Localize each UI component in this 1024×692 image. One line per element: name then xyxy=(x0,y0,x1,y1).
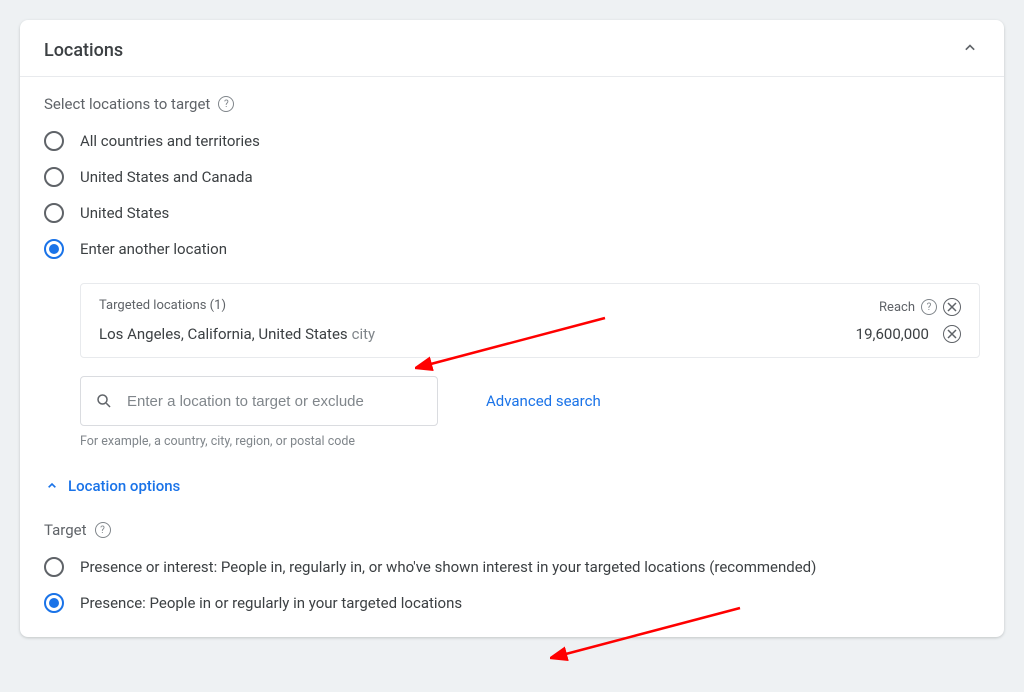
location-search-box[interactable] xyxy=(80,376,438,426)
radio-us-canada[interactable]: United States and Canada xyxy=(44,167,980,187)
location-search-input[interactable] xyxy=(127,393,423,410)
collapse-icon[interactable] xyxy=(960,38,980,62)
radio-label: United States and Canada xyxy=(80,168,253,186)
card-header: Locations xyxy=(20,20,1004,77)
targeted-location-row: Los Angeles, California, United States c… xyxy=(99,324,961,343)
select-locations-label: Select locations to target xyxy=(44,95,210,113)
radio-icon xyxy=(44,593,64,613)
radio-presence[interactable]: Presence: People in or regularly in your… xyxy=(44,593,980,613)
target-heading: Target ? xyxy=(44,521,980,539)
targeted-locations-box: Targeted locations (1) Reach ? Los Angel… xyxy=(80,283,980,358)
radio-label: Enter another location xyxy=(80,240,227,258)
reach-value: 19,600,000 xyxy=(856,325,929,343)
radio-icon xyxy=(44,203,64,223)
radio-icon xyxy=(44,167,64,187)
search-hint: For example, a country, city, region, or… xyxy=(80,434,980,449)
remove-location-icon[interactable] xyxy=(943,325,961,343)
radio-label: Presence or interest: People in, regular… xyxy=(80,558,816,576)
search-icon xyxy=(95,391,113,411)
radio-icon xyxy=(44,239,64,259)
help-icon[interactable]: ? xyxy=(921,299,937,315)
radio-enter-another[interactable]: Enter another location xyxy=(44,239,980,259)
reach-label: Reach xyxy=(879,300,915,315)
search-row: Advanced search xyxy=(80,376,980,426)
targeted-header: Targeted locations (1) Reach ? xyxy=(99,298,961,316)
radio-presence-interest[interactable]: Presence or interest: People in, regular… xyxy=(44,557,980,577)
radio-all-countries[interactable]: All countries and territories xyxy=(44,131,980,151)
help-icon[interactable]: ? xyxy=(218,96,234,112)
radio-icon xyxy=(44,557,64,577)
chevron-up-icon xyxy=(44,478,60,494)
help-icon[interactable]: ? xyxy=(95,522,111,538)
location-options-label: Location options xyxy=(68,477,180,495)
radio-label: United States xyxy=(80,204,169,222)
targeted-count-label: Targeted locations (1) xyxy=(99,298,226,316)
target-label: Target xyxy=(44,521,87,539)
location-options-toggle[interactable]: Location options xyxy=(44,477,980,495)
advanced-search-link[interactable]: Advanced search xyxy=(486,392,601,410)
targeted-location-name: Los Angeles, California, United States xyxy=(99,325,348,343)
select-locations-heading: Select locations to target ? xyxy=(44,95,980,113)
target-section: Target ? Presence or interest: People in… xyxy=(44,521,980,613)
radio-label: All countries and territories xyxy=(80,132,260,150)
radio-label: Presence: People in or regularly in your… xyxy=(80,594,462,612)
radio-us[interactable]: United States xyxy=(44,203,980,223)
card-body: Select locations to target ? All countri… xyxy=(20,77,1004,637)
card-title: Locations xyxy=(44,40,123,61)
clear-all-icon[interactable] xyxy=(943,298,961,316)
radio-icon xyxy=(44,131,64,151)
target-radio-group: Presence or interest: People in, regular… xyxy=(44,557,980,613)
locations-card: Locations Select locations to target ? A… xyxy=(20,20,1004,637)
targeted-location-type: city xyxy=(352,325,376,343)
location-radio-group: All countries and territories United Sta… xyxy=(44,131,980,259)
